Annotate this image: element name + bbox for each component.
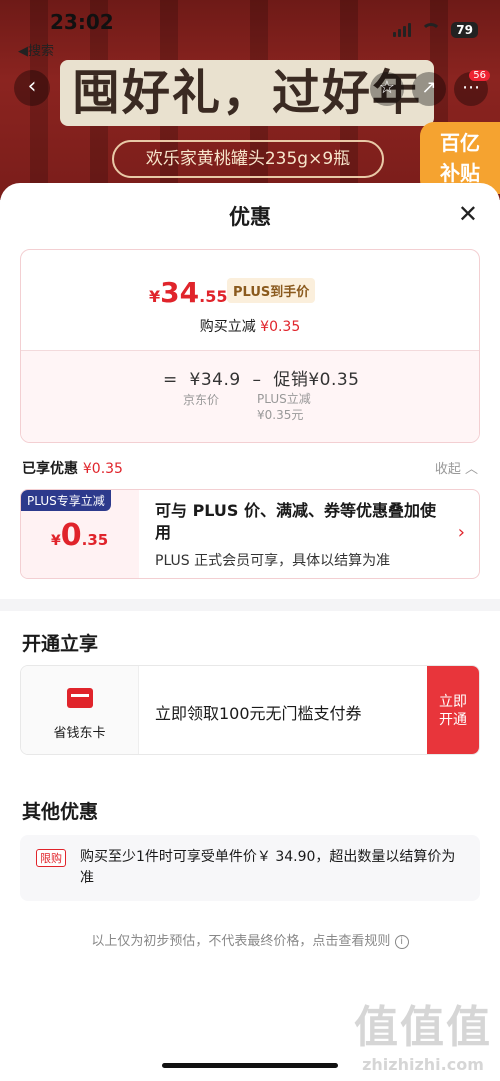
price-formula: = ¥34.9 – 促销¥0.35 [163, 370, 360, 390]
price-breakdown-card: ¥34.55 PLUS到手价 购买立减 ¥0.35 = ¥34.9 – 促销¥0… [20, 249, 480, 443]
other-section-title: 其他优惠 [22, 801, 99, 823]
back-button[interactable]: ‹ [14, 70, 50, 106]
buy-reduce-line: 购买立减 ¥0.35 [199, 319, 301, 335]
membership-card-panel: 省钱东卡 [21, 666, 139, 754]
jd-price-caption: 京东价 [183, 393, 220, 407]
info-icon[interactable]: i [394, 934, 409, 949]
section-divider [0, 599, 500, 611]
plus-reduce-caption: PLUS立减 ¥0.35元 [257, 392, 311, 422]
plus-discount-card[interactable]: PLUS专享立减 ¥0.35 可与 PLUS 价、满减、券等优惠叠加使用 PLU… [20, 489, 480, 579]
battery-icon: 79 [451, 22, 478, 38]
card-icon [67, 688, 93, 708]
plus-discount-amount-panel: PLUS专享立减 ¥0.35 [21, 490, 139, 578]
final-price: ¥34.55 [149, 276, 228, 309]
signal-icon [393, 23, 412, 37]
rules-footnote[interactable]: 以上仅为初步预估，不代表最终价格，点击查看规则 i [0, 930, 500, 949]
close-icon[interactable]: ✕ [458, 201, 478, 227]
home-indicator[interactable] [162, 1063, 338, 1068]
chevron-right-icon[interactable]: › [458, 522, 465, 543]
membership-offer-text: 立即领取100元无门槛支付券 [155, 704, 362, 723]
open-membership-button[interactable]: 立即 开通 [427, 666, 479, 754]
collapse-toggle[interactable]: 收起 ︿ [435, 458, 478, 477]
plus-exclusive-label: PLUS专享立减 [21, 490, 111, 511]
plus-discount-note: PLUS 正式会员可享，具体以结算为准 [155, 553, 391, 569]
purchase-limit-card: 限购 购买至少1件时可享受单件价￥ 34.90，超出数量以结算价为准 [20, 835, 480, 901]
plus-price-tag: PLUS到手价 [227, 278, 316, 303]
limit-tag: 限购 [36, 849, 66, 867]
plus-discount-amount: ¥0.35 [51, 518, 109, 553]
site-watermark: 值值值 zhizhizhi.com [354, 1002, 492, 1074]
message-count-badge: 56 [469, 70, 490, 81]
enjoyed-discount: 已享优惠 ¥0.35 [22, 461, 123, 477]
open-section-title: 开通立享 [22, 633, 99, 655]
membership-card-name: 省钱东卡 [53, 726, 106, 741]
promotion-sheet: 优惠 ✕ ¥34.55 PLUS到手价 购买立减 ¥0.35 = ¥34.9 –… [0, 183, 500, 1081]
status-time: 23:02 [50, 10, 114, 34]
banner-product-name: 欢乐家黄桃罐头235g×9瓶 [112, 140, 384, 178]
purchase-limit-text: 购买至少1件时可享受单件价￥ 34.90，超出数量以结算价为准 [80, 849, 456, 886]
status-icons: 79 [393, 22, 478, 38]
share-icon[interactable]: ↗ [412, 72, 446, 106]
price-formula-panel: = ¥34.9 – 促销¥0.35 京东价 PLUS立减 ¥0.35元 [21, 350, 479, 442]
membership-card-offer[interactable]: 省钱东卡 立即领取100元无门槛支付券 立即 开通 [20, 665, 480, 755]
plus-discount-description: 可与 PLUS 价、满减、券等优惠叠加使用 [155, 501, 437, 542]
favorite-icon[interactable]: ☆ [370, 72, 404, 106]
sheet-title: 优惠 [229, 205, 271, 229]
back-to-app-link[interactable]: ◀搜索 [18, 40, 54, 59]
wifi-icon [421, 23, 442, 37]
